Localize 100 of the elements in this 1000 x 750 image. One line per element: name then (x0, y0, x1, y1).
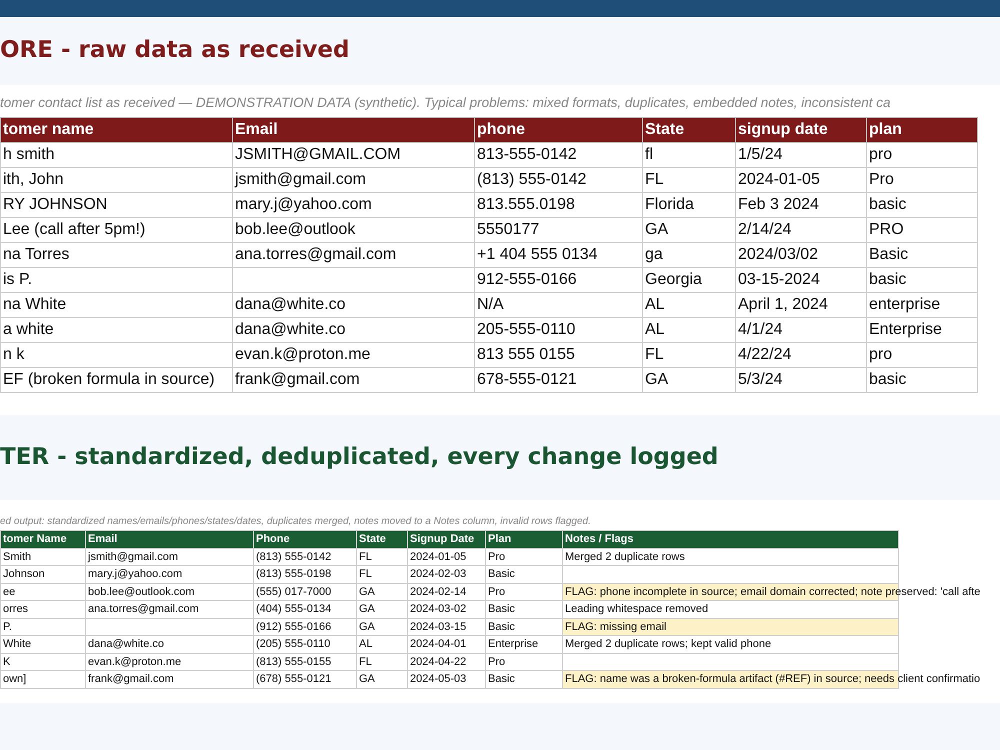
cell-text: Basic (488, 568, 515, 580)
cell-text: 2024-02-03 (410, 568, 466, 580)
cell-text: ga (645, 246, 663, 263)
cell-text: frank@gmail.com (88, 673, 174, 685)
cell-text: (813) 555-0155 (256, 656, 332, 668)
header-cell: tomer name (0, 118, 232, 142)
table-caption: ed output: standardized names/emails/phones/states/dates, duplicates merged, notes moved to a Notes column, invalid rows flagged. (0, 515, 592, 529)
cell-text: basic (869, 196, 906, 213)
cell-text: FL (359, 568, 372, 580)
cell-text: bob.lee@outlook.com (88, 586, 195, 598)
cell-text: (404) 555-0134 (256, 603, 332, 615)
cell-text: Merged 2 duplicate rows (565, 550, 685, 562)
cell-text: a white (3, 321, 54, 338)
cell-text: basic (869, 371, 906, 388)
cell-text: FLAG: phone incomplete in source; email domain corrected; note preserved: 'call afte (565, 586, 980, 598)
cell-text: 2024/03/02 (738, 246, 818, 263)
cell-text: Smith (3, 550, 32, 562)
cell-text: Basic (869, 246, 908, 263)
cell-text: EF (broken formula in source) (3, 371, 215, 388)
cell-text: (813) 555-0198 (256, 568, 332, 580)
cell-text: (813) 555-0142 (477, 171, 586, 188)
cell-text: GA (645, 371, 668, 388)
cell-text: evan.k@proton.me (235, 346, 370, 363)
cell-text: AL (645, 321, 665, 338)
table-caption: tomer contact list as received — DEMONSTRATION DATA (synthetic). Typical problems: mixed formats, duplicates, embedded notes, inconsistent ca (0, 94, 892, 112)
header-cell: plan (866, 118, 978, 142)
cell-text: RY JOHNSON (3, 196, 108, 213)
cell-text: FL (645, 171, 664, 188)
cell-text: (205) 555-0110 (256, 638, 330, 650)
header-cell: Email (232, 118, 474, 142)
cell-text: evan.k@proton.me (88, 656, 182, 668)
cell-text: mary.j@yahoo.com (88, 568, 182, 580)
cell-text: Florida (645, 196, 694, 213)
cell-text: fl (645, 146, 653, 163)
cell-text: Pro (488, 586, 506, 598)
cell-text: dana@white.co (235, 321, 346, 338)
cell-text: Lee (call after 5pm!) (3, 221, 146, 238)
section-heading: TER - standardized, deduplicated, every change logged (0, 444, 718, 472)
cell-text: Johnson (3, 568, 45, 580)
cell-text: JSMITH@GMAIL.COM (235, 146, 401, 163)
cell-text: jsmith@gmail.com (88, 550, 178, 562)
cell-text: pro (869, 346, 892, 363)
cell-text: 813-555-0142 (477, 146, 577, 163)
cell-text: 2024-01-05 (410, 550, 466, 562)
cell-text: Leading whitespace removed (565, 603, 708, 615)
cell-text: FLAG: missing email (565, 620, 666, 632)
cell-text: AL (645, 296, 665, 313)
cell-text: frank@gmail.com (235, 371, 360, 388)
cell-text: (555) 017-7000 (256, 586, 332, 598)
cell-text: enterprise (869, 296, 940, 313)
cell-text: FL (359, 550, 372, 562)
header-cell: Email (86, 530, 254, 548)
cell-text: 4/1/24 (738, 321, 782, 338)
cell-text: Pro (488, 550, 506, 562)
cell-text: 2024-04-22 (410, 656, 466, 668)
cell-text: Basic (488, 673, 515, 685)
cell-text: 2024-03-02 (410, 603, 466, 615)
header-cell: Signup Date (408, 530, 486, 548)
cell-text: orres (3, 603, 28, 615)
cell-text: K (3, 656, 10, 668)
cell-text: Basic (488, 603, 515, 615)
cell-text: Georgia (645, 271, 702, 288)
header-cell: phone (474, 118, 642, 142)
section-heading: ORE - raw data as received (0, 37, 350, 65)
cell-text: dana@white.co (88, 638, 164, 650)
cell-text: basic (869, 271, 906, 288)
cell-text: April 1, 2024 (738, 296, 828, 313)
cell-text: GA (359, 673, 375, 685)
cell-text: 2024-04-01 (410, 638, 466, 650)
cell-text: GA (645, 221, 668, 238)
header-cell: Notes / Flags (562, 530, 898, 548)
header-cell: State (642, 118, 736, 142)
cell-text: 912-555-0166 (477, 271, 577, 288)
cell-text: 03-15-2024 (738, 271, 820, 288)
cell-text: (678) 555-0121 (256, 673, 332, 685)
header-cell: tomer Name (0, 530, 86, 548)
cell-text: 2024-03-15 (410, 620, 466, 632)
cell-text: Enterprise (869, 321, 942, 338)
cell-text: 2/14/24 (738, 221, 792, 238)
cell-text: h smith (3, 146, 55, 163)
cell-text: P. (3, 620, 12, 632)
cell-text: (912) 555-0166 (256, 620, 332, 632)
cell-text: ith, John (3, 171, 64, 188)
cell-text: +1 404 555 0134 (477, 246, 598, 263)
cell-text: Pro (488, 656, 506, 668)
cell-text: Pro (869, 171, 894, 188)
cell-text: na White (3, 296, 66, 313)
cell-text: GA (359, 603, 375, 615)
cell-text: mary.j@yahoo.com (235, 196, 372, 213)
cell-text: FLAG: name was a broken-formula artifact (#REF) in source; needs client confirmatio (565, 673, 980, 685)
cell-text: own] (3, 673, 26, 685)
cell-text: GA (359, 620, 375, 632)
cell-text: 5/3/24 (738, 371, 782, 388)
cell-text: 813.555.0198 (477, 196, 575, 213)
cell-text: 813 555 0155 (477, 346, 575, 363)
cell-text: 2024-01-05 (738, 171, 820, 188)
cell-text: Merged 2 duplicate rows; kept valid phone (565, 638, 772, 650)
cell-text: dana@white.co (235, 296, 346, 313)
cell-text: n k (3, 346, 24, 363)
header-cell: State (356, 530, 408, 548)
